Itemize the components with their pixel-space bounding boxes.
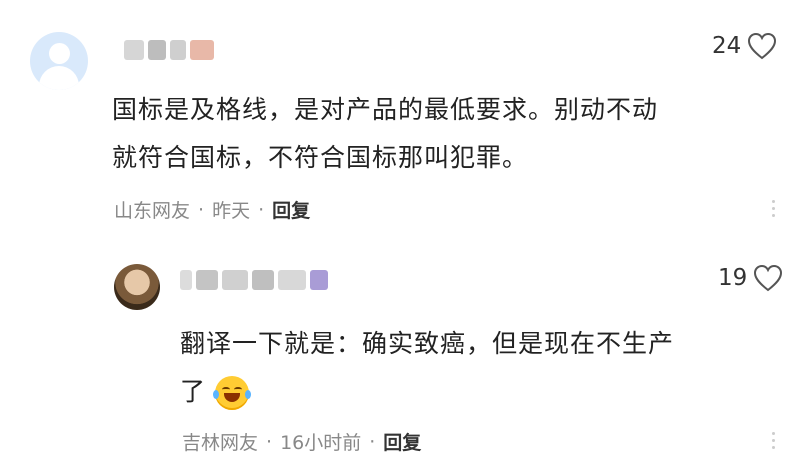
separator: · — [258, 198, 265, 221]
separator: · — [198, 198, 205, 221]
avatar[interactable] — [114, 264, 160, 310]
like-control[interactable]: 19 — [718, 264, 783, 292]
like-control[interactable]: 24 — [712, 32, 777, 60]
comment-meta: 山东网友 · 昨天 · 回复 — [114, 196, 310, 223]
comment-text: 国标是及格线，是对产品的最低要求。别动不动 就符合国标，不符合国标那叫犯罪。 — [112, 86, 658, 182]
timestamp: 16小时前 — [280, 432, 362, 454]
username-blurred[interactable] — [124, 40, 214, 60]
more-icon[interactable] — [770, 196, 776, 221]
comment-line: 就符合国标，不符合国标那叫犯罪。 — [112, 143, 529, 172]
location: 吉林网友 — [182, 432, 259, 454]
avatar[interactable] — [30, 32, 88, 90]
like-count: 19 — [718, 265, 748, 291]
timestamp: 昨天 — [212, 200, 251, 222]
reply-button[interactable]: 回复 — [272, 196, 310, 223]
comment-text: 翻译一下就是：确实致癌，但是现在不生产 了 — [180, 320, 674, 416]
tears-of-joy-emoji-icon — [212, 376, 251, 410]
comment-meta: 吉林网友 · 16小时前 · 回复 — [182, 428, 421, 455]
comment-line: 翻译一下就是：确实致癌，但是现在不生产 — [180, 329, 675, 358]
heart-icon[interactable] — [747, 32, 777, 60]
comment-line: 国标是及格线，是对产品的最低要求。别动不动 — [112, 95, 659, 124]
heart-icon[interactable] — [753, 264, 783, 292]
separator: · — [369, 430, 376, 453]
reply-button[interactable]: 回复 — [383, 428, 421, 455]
avatar-body-shape — [39, 66, 79, 90]
location: 山东网友 — [114, 200, 191, 222]
badge-icon — [310, 270, 328, 290]
comment-line: 了 — [180, 368, 674, 416]
more-icon[interactable] — [770, 428, 776, 453]
separator: · — [266, 430, 273, 453]
username-blurred[interactable] — [180, 270, 328, 290]
like-count: 24 — [712, 33, 742, 59]
avatar-head-shape — [49, 43, 70, 64]
